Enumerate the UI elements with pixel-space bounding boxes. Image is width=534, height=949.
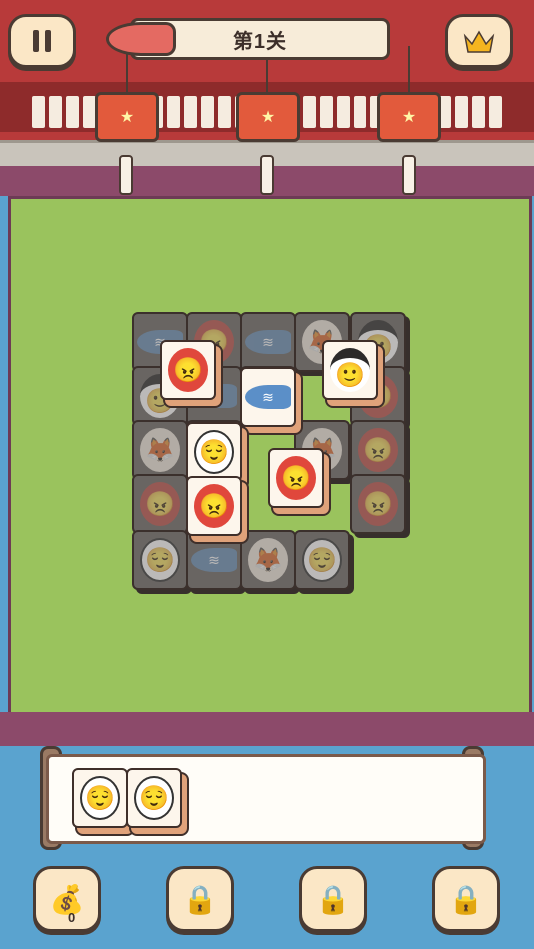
fox-mask-icon: 🦊 [140,428,180,472]
level-title: 第1关 [232,30,288,53]
red-mask-icon: 😠 [194,484,234,528]
fish-mask-icon: ≋ [245,385,291,409]
red-mask-icon: 😠 [140,482,180,526]
fish-mask-icon: ≋ [245,330,291,354]
lantern-cord [408,46,410,92]
crown-button[interactable] [445,14,513,68]
white-mask-icon: 😌 [302,538,342,582]
mahjong-tile: 😌 [132,530,188,590]
lantern: ★ [236,92,300,142]
red-mask-icon: 😠 [358,428,398,472]
lock-icon: 🔒 [448,883,484,915]
tray-tile: 😌 [126,768,182,828]
lock-icon: 🔒 [182,883,218,915]
mahjong-tile[interactable]: 😠 [160,340,216,400]
pause-button[interactable] [8,14,76,68]
red-mask-icon: 😠 [358,482,398,526]
lantern: ★ [377,92,441,142]
fox-mask-icon: 🦊 [248,538,288,582]
money-count: 0 [68,910,76,925]
mahjong-tile: 😠 [350,420,406,480]
mahjong-tile: 😠 [132,474,188,534]
white-mask-icon: 😌 [80,776,120,820]
lantern-tag [119,155,133,195]
locked-button-3[interactable]: 🔒 [432,866,500,932]
pause-icon [33,30,51,52]
mahjong-tile[interactable]: 😠 [268,448,324,508]
mahjong-tile: ≋ [240,312,296,372]
lock-icon: 🔒 [315,883,351,915]
koi-flag-icon [106,22,176,56]
mahjong-tile: 🦊 [240,530,296,590]
star-icon: ★ [401,109,417,126]
mahjong-tile[interactable]: 😠 [186,476,242,536]
tray-tile: 😌 [72,768,128,828]
mahjong-tile[interactable]: ≋ [240,367,296,427]
money-bag-button[interactable]: 💰 [33,866,101,932]
star-icon: ★ [119,109,135,126]
geisha-mask-icon: 🙂 [330,348,370,392]
crown-icon [463,30,495,53]
star-icon: ★ [260,109,276,126]
mahjong-tile[interactable]: 🙂 [322,340,378,400]
locked-button-2[interactable]: 🔒 [299,866,367,932]
lantern: ★ [95,92,159,142]
mahjong-tile[interactable]: 😌 [186,422,242,482]
white-mask-icon: 😌 [140,538,180,582]
money-bag-icon: 💰 [49,883,85,915]
mahjong-tile: ≋ [186,530,242,590]
lantern-tag [260,155,274,195]
white-mask-icon: 😌 [134,776,174,820]
mahjong-tile: 😠 [350,474,406,534]
locked-button-1[interactable]: 🔒 [166,866,234,932]
red-mask-icon: 😠 [168,348,208,392]
red-mask-icon: 😠 [276,456,316,500]
white-mask-icon: 😌 [194,430,234,474]
lantern-tag [402,155,416,195]
mahjong-tile: 🦊 [132,420,188,480]
fish-mask-icon: ≋ [191,548,237,572]
tray-slots: 😌 😌 [72,768,472,832]
mahjong-tile: 😌 [294,530,350,590]
brick-wall-bottom [0,712,534,746]
